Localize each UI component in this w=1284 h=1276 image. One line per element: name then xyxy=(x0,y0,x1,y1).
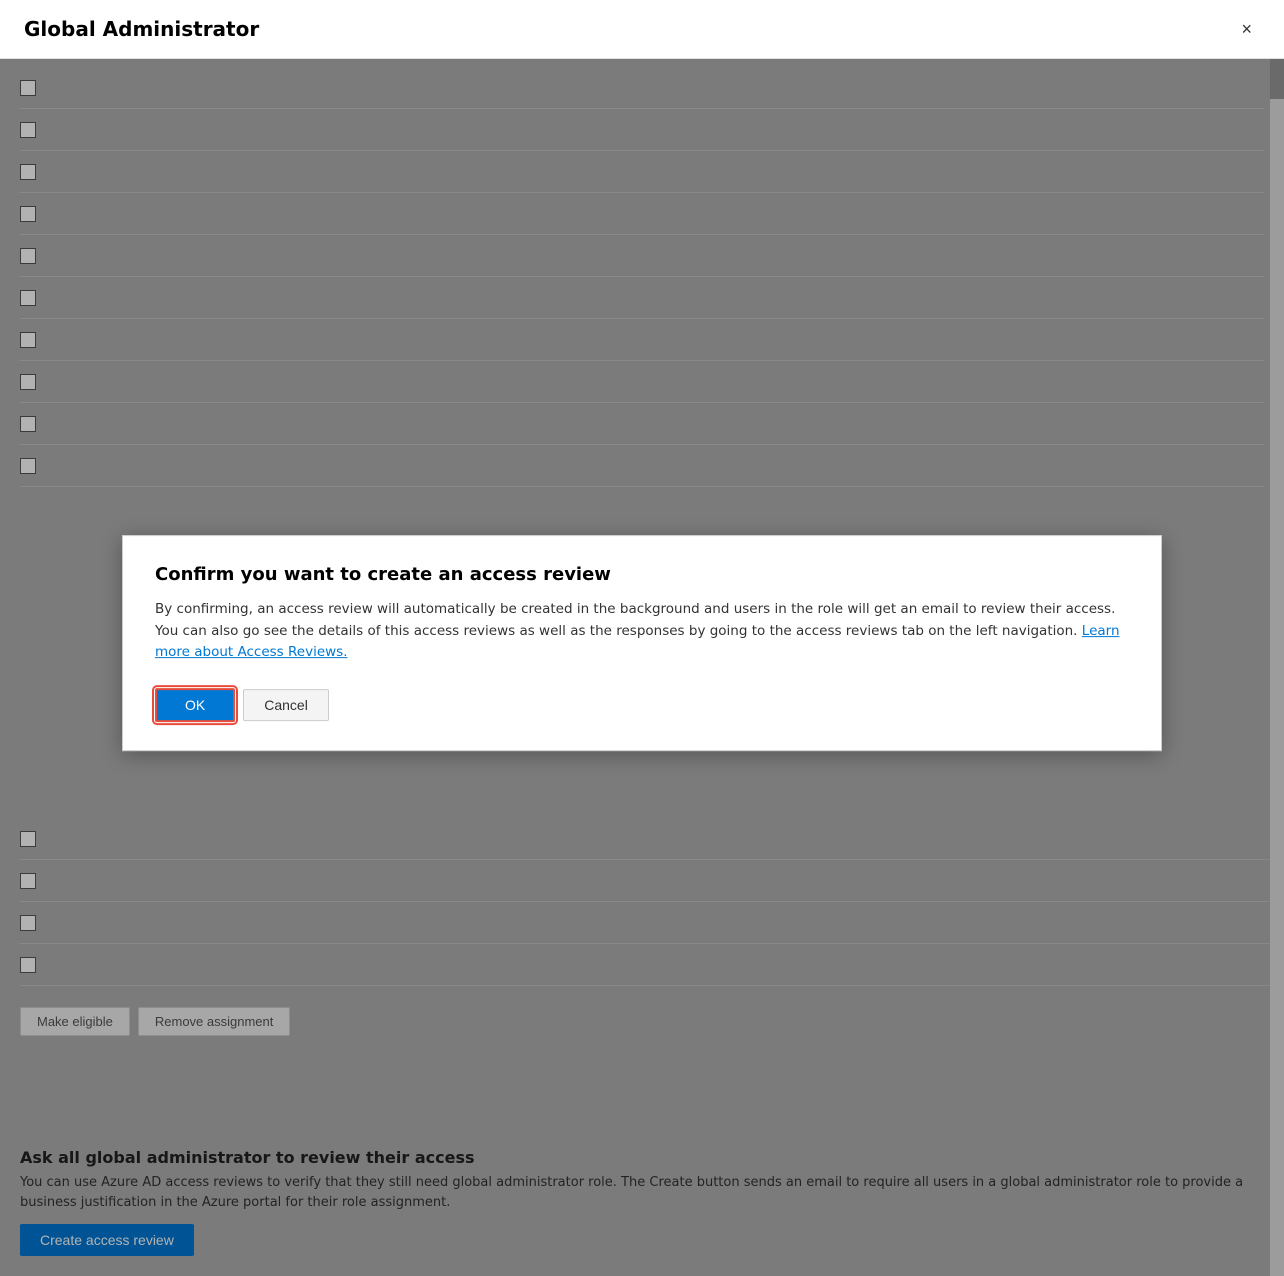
dialog-body: By confirming, an access review will aut… xyxy=(155,599,1129,664)
dialog-overlay: Confirm you want to create an access rev… xyxy=(0,59,1284,1276)
dialog-ok-button[interactable]: OK xyxy=(155,688,235,722)
confirm-dialog: Confirm you want to create an access rev… xyxy=(122,535,1162,751)
panel-content: Make eligible Remove assignment Ask all … xyxy=(0,59,1284,1276)
panel-title: Global Administrator xyxy=(24,17,259,41)
dialog-body-text: By confirming, an access review will aut… xyxy=(155,601,1115,639)
dialog-title: Confirm you want to create an access rev… xyxy=(155,564,1129,585)
dialog-actions: OK Cancel xyxy=(155,688,1129,722)
main-panel: Global Administrator × Make eligible Re xyxy=(0,0,1284,1276)
panel-header: Global Administrator × xyxy=(0,0,1284,59)
close-button[interactable]: × xyxy=(1233,16,1260,42)
dialog-cancel-button[interactable]: Cancel xyxy=(243,689,329,721)
